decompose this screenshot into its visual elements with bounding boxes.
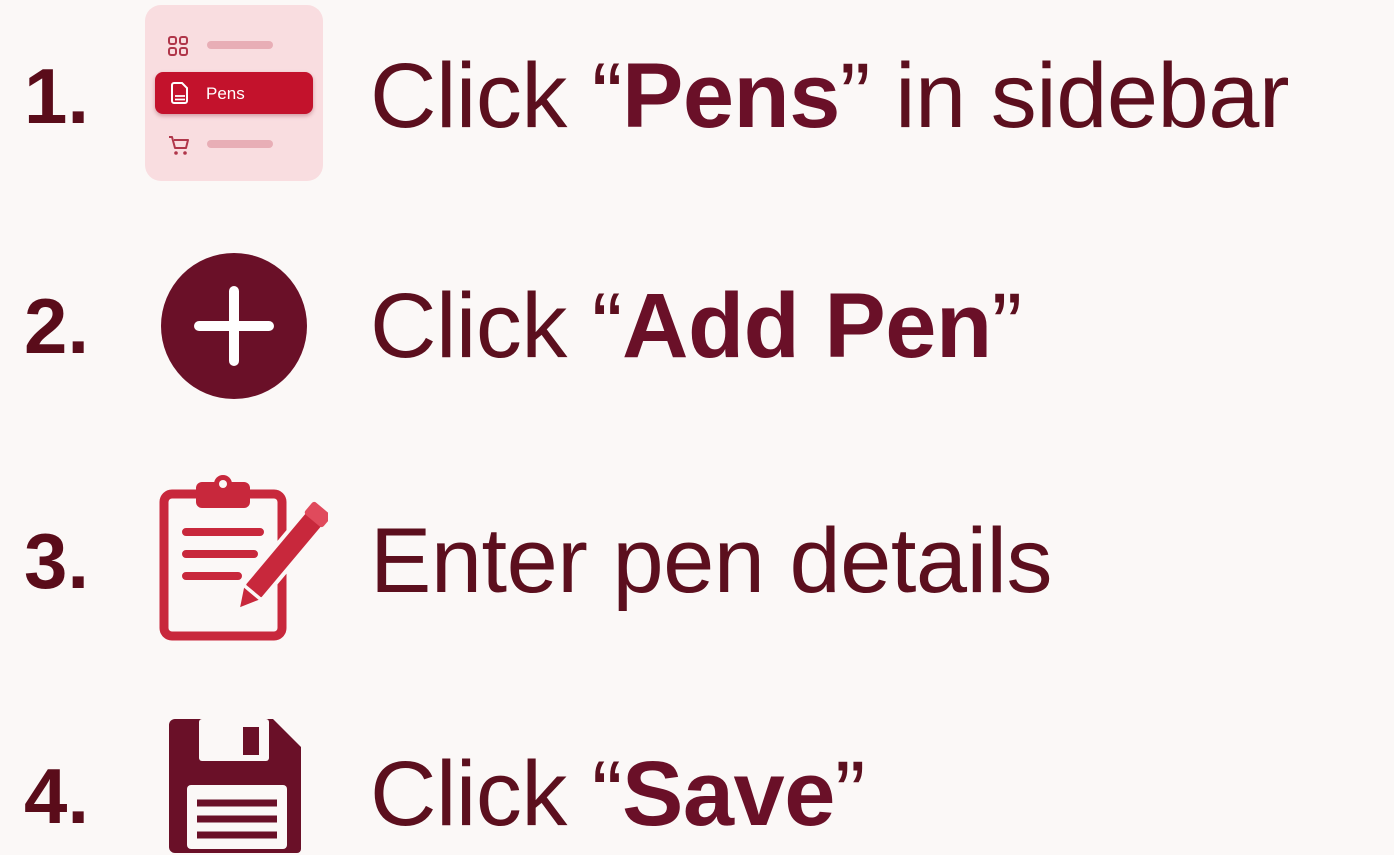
step-text-bold: Save — [622, 743, 835, 845]
step-text-prefix: Click “ — [370, 275, 623, 377]
step-number: 2. — [24, 282, 90, 370]
step-text: Click “Add Pen” — [370, 280, 1022, 372]
step-number: 3. — [24, 517, 90, 605]
step-text-suffix: ” — [834, 743, 866, 845]
step-text-prefix: Enter pen details — [370, 510, 1052, 612]
step-4: 4. Click “Save” — [0, 0, 1394, 853]
step-text-bold: Add Pen — [622, 275, 992, 377]
plus-circle-icon — [161, 253, 307, 399]
step-text-prefix: Click “ — [370, 743, 623, 845]
step-text-suffix: ” — [991, 275, 1023, 377]
step-number: 4. — [24, 752, 90, 840]
step-text: Click “Save” — [370, 748, 866, 840]
floppy-disk-icon — [169, 719, 301, 853]
clipboard-pencil-icon — [159, 475, 328, 641]
step-text: Enter pen details — [370, 515, 1052, 607]
